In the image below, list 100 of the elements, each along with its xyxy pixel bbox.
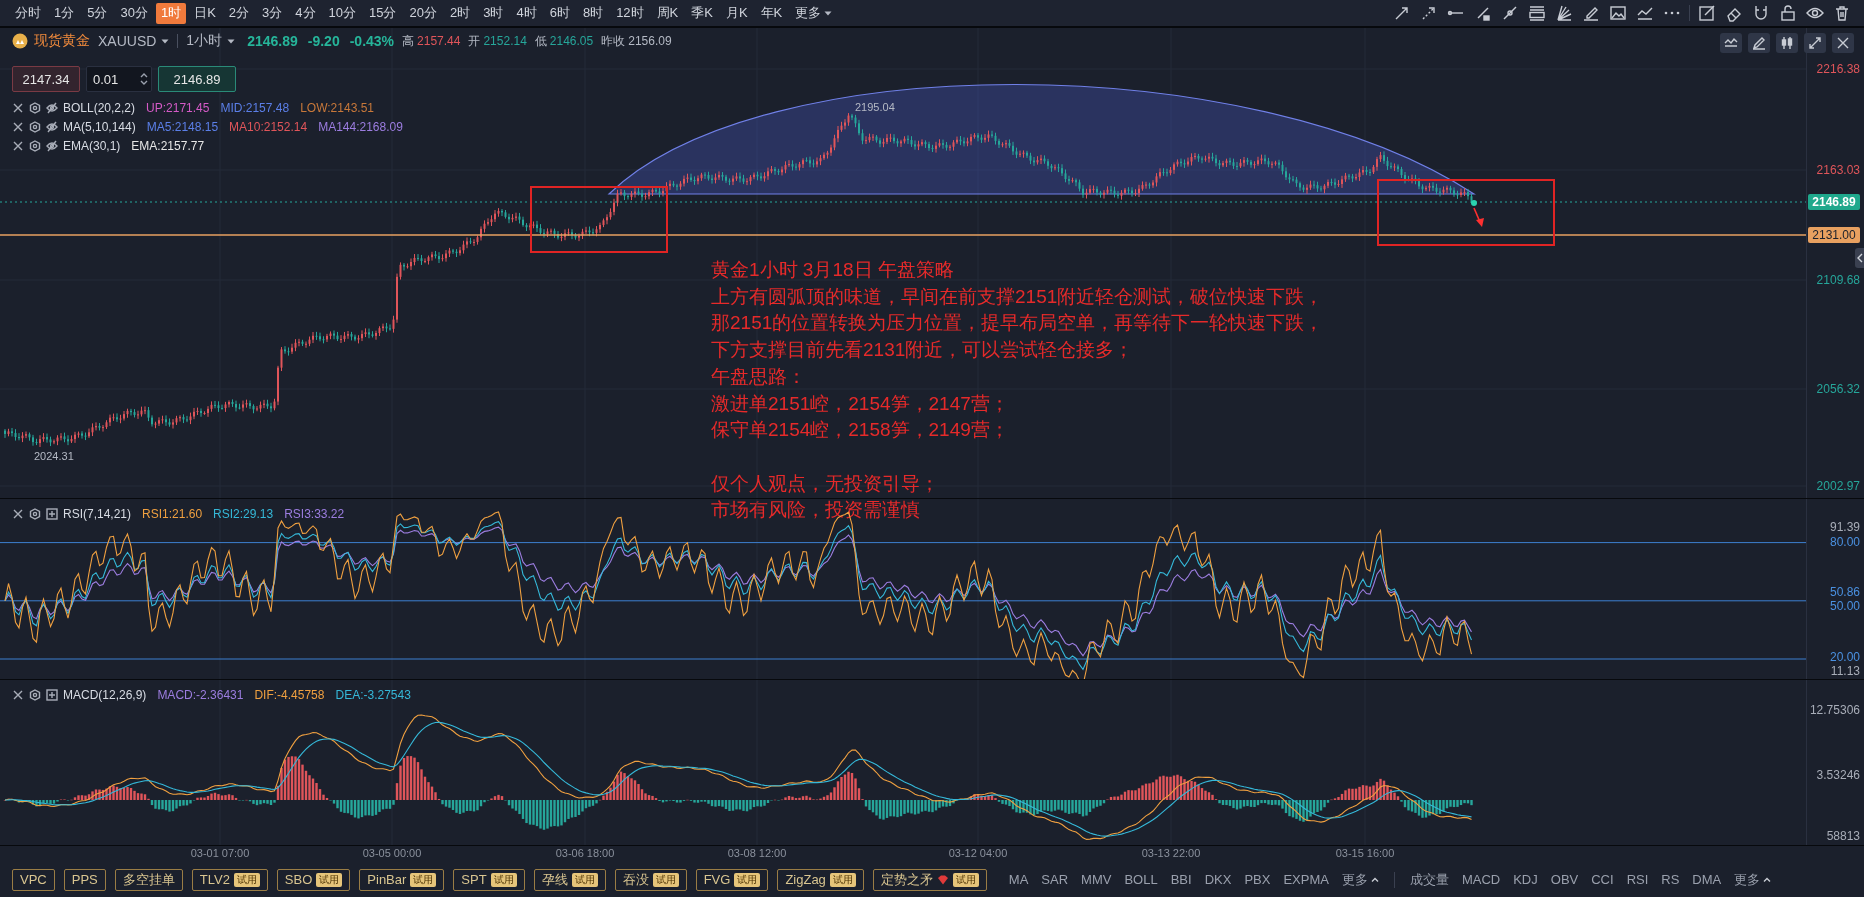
- timeframe-tab[interactable]: 10分: [323, 2, 361, 24]
- more-button[interactable]: 更多: [1732, 870, 1774, 889]
- timeframe-tab[interactable]: 6时: [544, 2, 575, 24]
- settings-icon[interactable]: [29, 139, 41, 152]
- trial-badge: 试用: [233, 872, 260, 887]
- buy-price-button[interactable]: 2146.89: [158, 66, 236, 92]
- time-axis-label: 03-05 00:00: [361, 847, 423, 859]
- indicator-link[interactable]: MA: [1006, 872, 1031, 887]
- indicator-link[interactable]: MACD: [1459, 872, 1503, 887]
- caret-down-icon: [227, 38, 236, 44]
- close-icon[interactable]: [12, 688, 24, 701]
- axis-label: 12.75306: [1809, 702, 1860, 718]
- indicator-link[interactable]: PBX: [1242, 872, 1273, 887]
- timeframe-tab[interactable]: 2时: [444, 2, 476, 24]
- settings-icon[interactable]: [29, 101, 41, 114]
- timeframe-tab[interactable]: 8时: [577, 2, 609, 24]
- strategy-button[interactable]: PPS: [63, 868, 106, 891]
- strategy-button[interactable]: 定势之矛 试用: [872, 868, 987, 891]
- indicator-link[interactable]: BOLL: [1122, 872, 1160, 887]
- timeframe-tab[interactable]: 1分: [49, 2, 80, 24]
- close-button[interactable]: [1832, 33, 1854, 53]
- price-axis-label: 2216.38: [1816, 61, 1860, 77]
- unlock-icon[interactable]: [1778, 3, 1798, 23]
- indicator-link[interactable]: DMA: [1690, 872, 1724, 887]
- timeframe-tab[interactable]: 3分: [257, 2, 288, 24]
- timeframe-tab[interactable]: 季K: [686, 2, 718, 24]
- settings-icon[interactable]: [29, 120, 41, 133]
- fibonacci-icon[interactable]: [1527, 3, 1547, 23]
- timeframe-tab[interactable]: 分时: [10, 2, 46, 24]
- stat-label: 低: [534, 32, 547, 50]
- settings-icon[interactable]: [29, 507, 41, 520]
- time-axis-label: 03-13 22:00: [1140, 847, 1202, 859]
- timeframe-tab[interactable]: 15分: [364, 2, 402, 24]
- indicator-link[interactable]: DKX: [1202, 872, 1234, 887]
- trial-badge: 试用: [734, 872, 761, 887]
- quantity-field[interactable]: 0.01: [86, 66, 152, 92]
- plus-box-icon[interactable]: [46, 507, 58, 520]
- indicator-link[interactable]: CCI: [1589, 872, 1616, 887]
- timeframe-tab[interactable]: 2分: [223, 2, 255, 24]
- more-button[interactable]: 更多: [790, 2, 838, 24]
- collapse-tab[interactable]: [1855, 248, 1864, 268]
- annotation-text: 保守单2154崆，2158笋，2149营；: [711, 418, 1010, 443]
- sell-price-button[interactable]: 2147.34: [12, 66, 80, 92]
- indicator-link[interactable]: RSI: [1624, 872, 1651, 887]
- timeframe-tab[interactable]: 日K: [189, 2, 221, 24]
- strategy-button[interactable]: 吞没 试用: [614, 868, 687, 891]
- settings-icon[interactable]: [29, 688, 41, 701]
- strategy-button[interactable]: TLV2 试用: [191, 868, 268, 891]
- close-icon[interactable]: [12, 139, 24, 152]
- timeframe-tab[interactable]: 周K: [651, 2, 684, 24]
- image-icon[interactable]: [1608, 3, 1628, 23]
- close-icon[interactable]: [12, 101, 24, 114]
- candlestick-button[interactable]: [1776, 33, 1798, 53]
- indicator-value: RSI3:33.22: [284, 506, 345, 521]
- strategy-button[interactable]: SPT 试用: [453, 868, 525, 891]
- close-icon[interactable]: [12, 507, 24, 520]
- annotation-text: 下方支撑目前先看2131附近，可以尝试轻仓接多；: [711, 338, 1135, 363]
- stat-label: 高: [402, 32, 415, 50]
- eye-off-icon[interactable]: [46, 120, 58, 133]
- plus-box-icon[interactable]: [46, 688, 58, 701]
- timeframe-tab[interactable]: 20分: [404, 2, 442, 24]
- chart-type-button[interactable]: [1720, 33, 1742, 53]
- indicator-link[interactable]: EXPMA: [1281, 872, 1331, 887]
- pencil-button[interactable]: [1748, 33, 1770, 53]
- strategy-button[interactable]: PinBar 试用: [359, 868, 445, 891]
- indicator-link[interactable]: OBV: [1548, 872, 1581, 887]
- price-dot: [1471, 200, 1477, 206]
- more-button[interactable]: 更多: [1339, 870, 1381, 889]
- timeframe-tab[interactable]: 30分: [115, 2, 153, 24]
- timeframe-tab[interactable]: 5分: [82, 2, 113, 24]
- timeframe-tab[interactable]: 4时: [511, 2, 542, 24]
- indicator-value: DIF:-4.45758: [254, 687, 325, 702]
- strategy-button[interactable]: SBO 试用: [276, 868, 351, 891]
- symbol-dropdown[interactable]: XAUUSD: [96, 33, 172, 49]
- strategy-button[interactable]: ZigZag 试用: [777, 868, 864, 891]
- indicator-link[interactable]: RS: [1659, 872, 1682, 887]
- timeframe-tab[interactable]: 12时: [611, 2, 649, 24]
- expand-button[interactable]: [1804, 33, 1826, 53]
- fan-icon[interactable]: [1554, 3, 1574, 23]
- spinner-icon[interactable]: [140, 71, 148, 87]
- stat-value: 2152.14: [483, 34, 527, 48]
- eye-off-icon[interactable]: [46, 101, 58, 114]
- timeframe-tab[interactable]: 3时: [478, 2, 509, 24]
- timeframe-tab[interactable]: 4分: [290, 2, 321, 24]
- strategy-button[interactable]: 孕线 试用: [533, 868, 606, 891]
- strategy-button[interactable]: FVG 试用: [695, 868, 769, 891]
- indicator-link[interactable]: 成交量: [1407, 870, 1451, 889]
- close-icon[interactable]: [12, 120, 24, 133]
- indicator-link[interactable]: SAR: [1039, 872, 1071, 887]
- indicator-value: MA5:2148.15: [146, 119, 219, 134]
- timeframe-tab[interactable]: 年K: [755, 2, 788, 24]
- indicator-link[interactable]: BBI: [1168, 872, 1194, 887]
- indicator-link[interactable]: KDJ: [1511, 872, 1540, 887]
- indicator-link[interactable]: MMV: [1079, 872, 1114, 887]
- eye-off-icon[interactable]: [46, 139, 58, 152]
- timeframe-tab[interactable]: 月K: [720, 2, 753, 24]
- period-dropdown[interactable]: 1小时: [184, 32, 238, 50]
- strategy-button[interactable]: 多空挂单: [114, 868, 183, 891]
- strategy-button[interactable]: VPC: [12, 868, 55, 891]
- edit-icon[interactable]: [1697, 3, 1717, 23]
